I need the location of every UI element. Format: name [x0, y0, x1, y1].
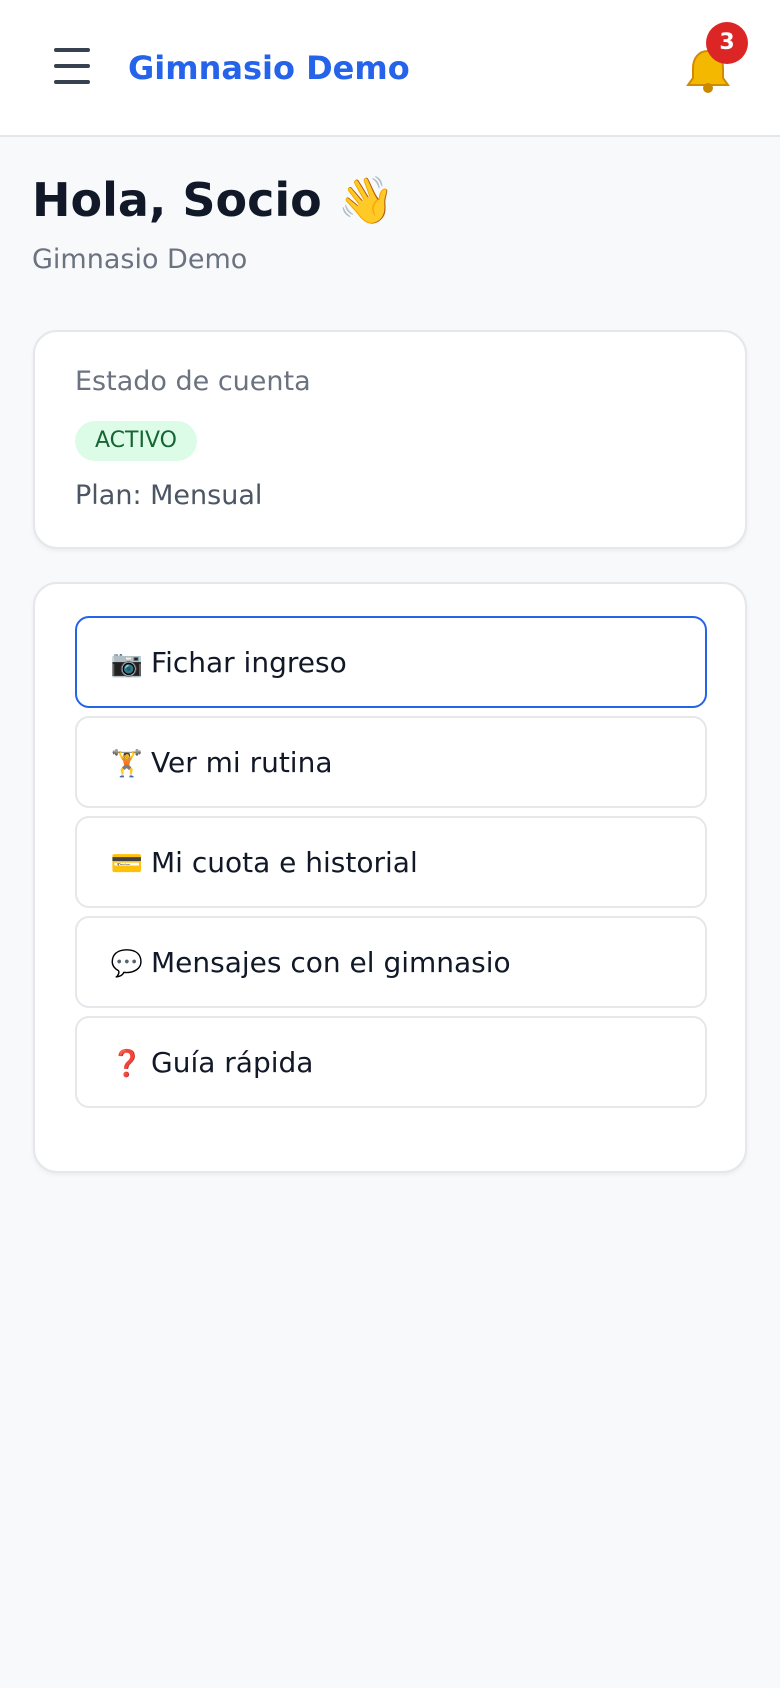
routine-label: Ver mi rutina [151, 745, 333, 779]
account-status-card: Estado de cuenta ACTIVO Plan: Mensual [33, 330, 747, 549]
waving-hand-icon: 👋 [337, 173, 396, 227]
fee-history-button[interactable]: 💳 Mi cuota e historial [75, 816, 707, 908]
messages-label: Mensajes con el gimnasio [151, 945, 511, 979]
greeting-text: Hola, Socio [32, 173, 322, 227]
camera-icon: 📷 [110, 648, 144, 679]
brand-title: Gimnasio Demo [128, 49, 410, 87]
routine-button[interactable]: 🏋 Ver mi rutina [75, 716, 707, 808]
weightlifter-icon: 🏋 [110, 748, 144, 779]
speech-bubble-icon: 💬 [110, 948, 144, 979]
actions-card: 📷 Fichar ingreso 🏋 Ver mi rutina 💳 Mi cuota… [33, 582, 747, 1173]
messages-button[interactable]: 💬 Mensajes con el gimnasio [75, 916, 707, 1008]
status-badge: ACTIVO [75, 421, 197, 461]
top-bar: Gimnasio Demo 3 [0, 0, 780, 137]
check-in-label: Fichar ingreso [151, 645, 347, 679]
hamburger-menu-icon [54, 48, 90, 52]
menu-button[interactable] [50, 44, 94, 88]
page-title: Hola, Socio 👋 [32, 170, 395, 230]
check-in-button[interactable]: 📷 Fichar ingreso [75, 616, 707, 708]
notification-badge: 3 [706, 22, 748, 64]
quick-guide-button[interactable]: ❓ Guía rápida [75, 1016, 707, 1108]
question-mark-icon: ❓ [110, 1048, 144, 1079]
credit-card-icon: 💳 [110, 848, 144, 879]
quick-guide-label: Guía rápida [151, 1045, 314, 1079]
fee-history-label: Mi cuota e historial [151, 845, 418, 879]
account-status-label: Estado de cuenta [75, 366, 311, 397]
plan-info: Plan: Mensual [75, 480, 263, 511]
gym-name: Gimnasio Demo [32, 244, 248, 275]
